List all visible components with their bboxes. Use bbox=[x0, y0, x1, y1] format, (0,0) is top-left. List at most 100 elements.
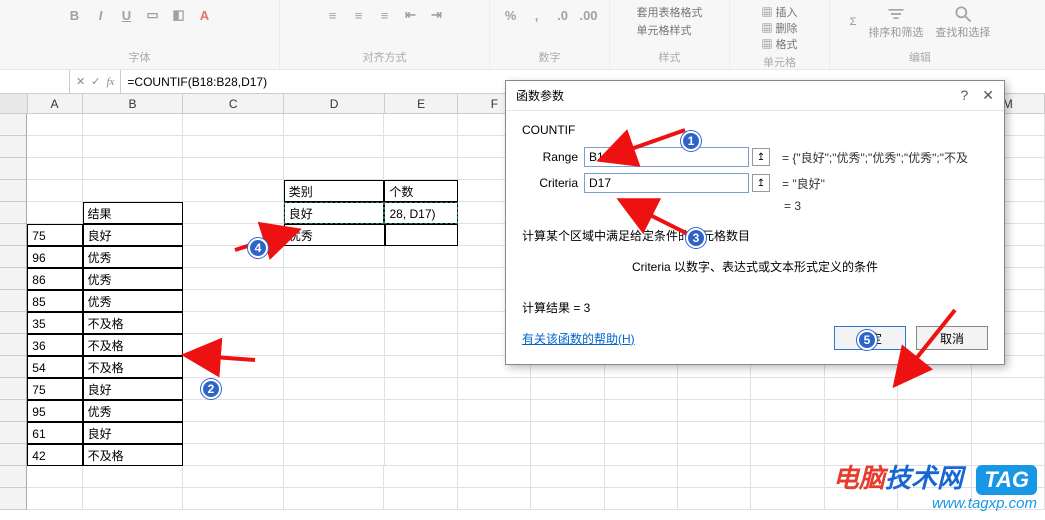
cell[interactable] bbox=[385, 356, 458, 378]
cell[interactable] bbox=[531, 488, 604, 510]
cell[interactable]: 61 bbox=[27, 422, 82, 444]
cell[interactable] bbox=[385, 268, 458, 290]
fx-icon[interactable]: fx bbox=[106, 76, 114, 88]
cell[interactable] bbox=[83, 180, 184, 202]
italic-button[interactable]: I bbox=[90, 4, 112, 26]
col-header[interactable]: B bbox=[83, 94, 184, 113]
delete-button[interactable]: ▦ 删除 bbox=[761, 20, 797, 36]
cell[interactable]: 结果 bbox=[83, 202, 184, 224]
cell[interactable] bbox=[183, 180, 284, 202]
cell[interactable] bbox=[825, 422, 898, 444]
cell[interactable] bbox=[385, 224, 458, 246]
cell[interactable] bbox=[284, 488, 385, 510]
align-right-icon[interactable]: ≡ bbox=[374, 4, 396, 26]
cell[interactable] bbox=[385, 444, 458, 466]
cell[interactable] bbox=[678, 444, 751, 466]
percent-icon[interactable]: % bbox=[500, 4, 522, 26]
cell[interactable] bbox=[284, 268, 385, 290]
cell[interactable] bbox=[531, 378, 604, 400]
cancel-button[interactable]: 取消 bbox=[916, 326, 988, 350]
autosum-button[interactable]: Σ bbox=[846, 16, 861, 28]
cell[interactable]: 75 bbox=[27, 378, 82, 400]
cell[interactable]: 良好 bbox=[83, 422, 184, 444]
cell[interactable] bbox=[284, 246, 385, 268]
cell-style-button[interactable]: 单元格样式 bbox=[637, 22, 692, 38]
cell[interactable] bbox=[384, 136, 457, 158]
cell[interactable] bbox=[183, 400, 284, 422]
cell[interactable] bbox=[751, 422, 824, 444]
cell[interactable]: 优秀 bbox=[83, 290, 184, 312]
cell[interactable] bbox=[183, 312, 284, 334]
cell[interactable] bbox=[972, 422, 1045, 444]
cell[interactable] bbox=[678, 400, 751, 422]
cell[interactable]: 85 bbox=[27, 290, 82, 312]
cell[interactable] bbox=[183, 290, 284, 312]
cell[interactable]: 不及格 bbox=[83, 312, 184, 334]
cell[interactable]: 不及格 bbox=[83, 444, 184, 466]
table-format-button[interactable]: 套用表格格式 bbox=[637, 4, 703, 20]
cell[interactable] bbox=[825, 378, 898, 400]
cell[interactable] bbox=[458, 422, 531, 444]
cell[interactable] bbox=[458, 400, 531, 422]
cell[interactable] bbox=[284, 290, 385, 312]
border-button[interactable]: ▭ bbox=[142, 4, 164, 26]
cell[interactable] bbox=[385, 312, 458, 334]
cell[interactable] bbox=[898, 400, 971, 422]
cell[interactable] bbox=[183, 114, 284, 136]
cell[interactable] bbox=[183, 224, 284, 246]
cell[interactable] bbox=[678, 422, 751, 444]
insert-button[interactable]: ▦ 插入 bbox=[761, 4, 797, 20]
cell[interactable]: 96 bbox=[27, 246, 82, 268]
fill-color-button[interactable]: ◧ bbox=[168, 4, 190, 26]
cell[interactable] bbox=[183, 246, 284, 268]
cell[interactable]: 良好 bbox=[284, 202, 385, 224]
cell[interactable] bbox=[751, 444, 824, 466]
cell[interactable]: 95 bbox=[27, 400, 82, 422]
cell[interactable] bbox=[284, 400, 385, 422]
cell[interactable] bbox=[605, 400, 678, 422]
cell[interactable] bbox=[183, 202, 284, 224]
cell[interactable] bbox=[384, 466, 457, 488]
cell[interactable] bbox=[678, 466, 751, 488]
font-color-button[interactable]: A bbox=[194, 4, 216, 26]
dialog-help-icon[interactable]: ? bbox=[960, 87, 968, 104]
col-header[interactable]: E bbox=[385, 94, 458, 113]
cell[interactable] bbox=[384, 488, 457, 510]
cell[interactable] bbox=[825, 400, 898, 422]
cell[interactable] bbox=[385, 422, 458, 444]
cell[interactable]: 优秀 bbox=[83, 268, 184, 290]
cell[interactable] bbox=[27, 202, 82, 224]
cell[interactable]: 个数 bbox=[384, 180, 457, 202]
cell[interactable] bbox=[972, 400, 1045, 422]
cell[interactable] bbox=[384, 158, 457, 180]
cell[interactable] bbox=[385, 400, 458, 422]
cell[interactable] bbox=[605, 488, 678, 510]
inc-decimal-icon[interactable]: .0 bbox=[552, 4, 574, 26]
cell[interactable] bbox=[284, 444, 385, 466]
cell[interactable] bbox=[27, 114, 82, 136]
cell[interactable] bbox=[458, 466, 531, 488]
cell[interactable] bbox=[678, 378, 751, 400]
select-all-corner[interactable] bbox=[0, 94, 28, 113]
cell[interactable] bbox=[183, 334, 284, 356]
range-input[interactable] bbox=[584, 147, 749, 167]
cell[interactable]: 42 bbox=[27, 444, 82, 466]
cell[interactable] bbox=[183, 422, 284, 444]
cell[interactable] bbox=[284, 136, 385, 158]
cell[interactable] bbox=[27, 466, 82, 488]
cell[interactable] bbox=[751, 378, 824, 400]
cell[interactable] bbox=[284, 422, 385, 444]
cell[interactable] bbox=[751, 400, 824, 422]
cell[interactable] bbox=[183, 136, 284, 158]
cell[interactable] bbox=[183, 268, 284, 290]
dec-decimal-icon[interactable]: .00 bbox=[578, 4, 600, 26]
cell[interactable] bbox=[385, 334, 458, 356]
align-center-icon[interactable]: ≡ bbox=[348, 4, 370, 26]
criteria-picker-icon[interactable]: ↥ bbox=[752, 174, 770, 192]
cell[interactable] bbox=[972, 378, 1045, 400]
cell[interactable] bbox=[751, 488, 824, 510]
cell[interactable] bbox=[284, 378, 385, 400]
cell[interactable]: 86 bbox=[27, 268, 82, 290]
cell[interactable]: 不及格 bbox=[83, 334, 184, 356]
cell[interactable] bbox=[605, 466, 678, 488]
